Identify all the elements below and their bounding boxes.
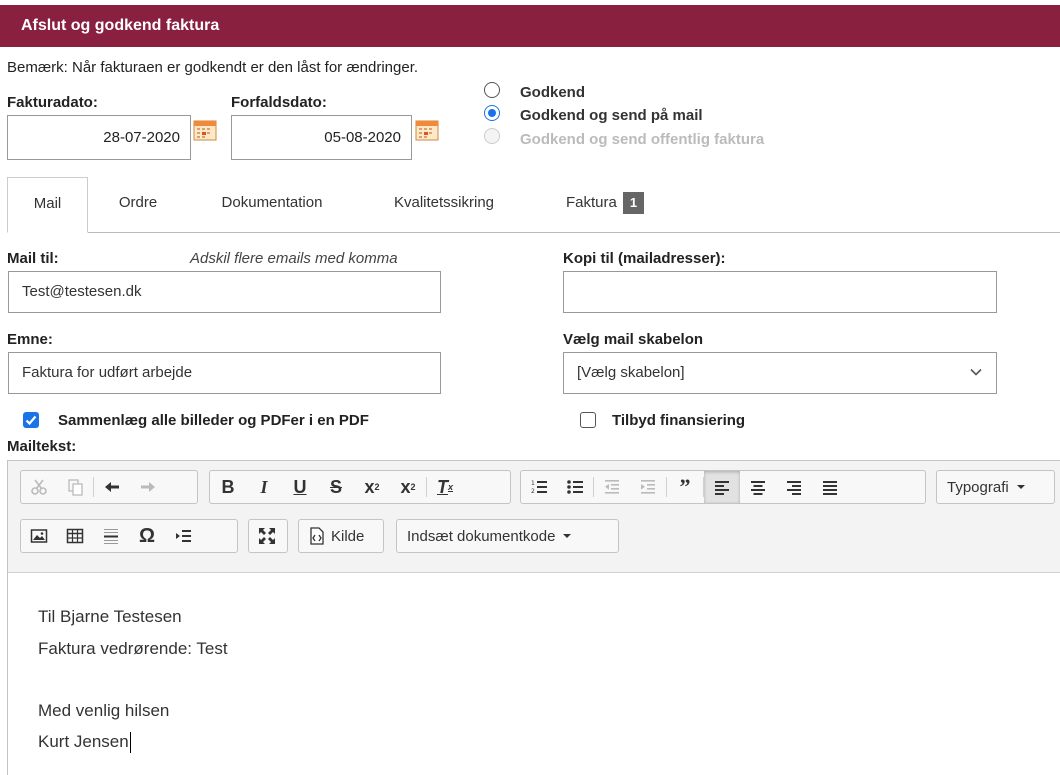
underline-icon[interactable]: U xyxy=(282,471,318,503)
radio-approve-send-public xyxy=(484,128,500,144)
align-right-icon[interactable] xyxy=(776,471,812,503)
calendar-icon[interactable] xyxy=(415,119,439,141)
maximize-group xyxy=(248,519,288,553)
insert-group: Ω xyxy=(20,519,238,553)
tab-mail[interactable]: Mail xyxy=(7,177,88,233)
source-button[interactable]: Kilde xyxy=(298,519,384,553)
radio-approve-send-public-label: Godkend og send offentlig faktura xyxy=(520,131,765,148)
caret-down-icon xyxy=(1016,485,1025,489)
body-line-subject: Faktura vedrørende: Test xyxy=(38,639,228,658)
bold-icon[interactable]: B xyxy=(210,471,246,503)
mailtext-label: Mailtekst: xyxy=(7,438,77,455)
tab-kvalitetssikring[interactable]: Kvalitetssikring xyxy=(368,177,520,233)
cut-icon[interactable] xyxy=(21,471,57,503)
clipboard-group xyxy=(20,470,198,504)
subject-input[interactable]: Faktura for udført arbejde xyxy=(8,352,441,394)
tab-dokumentation[interactable]: Dokumentation xyxy=(197,177,347,233)
insert-doc-code-content: Indsæt dokumentkode xyxy=(397,528,581,545)
radio-approve-send-mail-label: Godkend og send på mail xyxy=(520,107,703,124)
text-format-group: B I U S x2 x2 Tx xyxy=(209,470,511,504)
align-justify-icon[interactable] xyxy=(812,471,848,503)
tab-faktura-label: Faktura xyxy=(565,194,617,211)
source-button-content: Kilde xyxy=(299,527,374,545)
svg-text:1: 1 xyxy=(531,480,535,487)
lock-note: Bemærk: Når fakturaen er godkendt er den… xyxy=(7,59,419,76)
italic-icon[interactable]: I xyxy=(246,471,282,503)
mail-to-hint: Adskil flere emails med komma xyxy=(190,250,398,267)
text-cursor xyxy=(129,732,131,754)
typography-label: Typografi xyxy=(947,478,1009,496)
strikethrough-icon[interactable]: S xyxy=(318,471,354,503)
caret-down-icon xyxy=(563,534,572,538)
mail-to-label: Mail til: xyxy=(7,250,59,267)
invoice-date-field[interactable]: 28-07-2020 xyxy=(7,115,191,160)
redo-icon[interactable] xyxy=(130,471,166,503)
typography-dropdown-content: Typografi xyxy=(937,479,1035,496)
source-label: Kilde xyxy=(331,527,365,545)
horizontal-line-icon[interactable] xyxy=(93,520,129,552)
due-date-field[interactable]: 05-08-2020 xyxy=(231,115,412,160)
blockquote-icon[interactable]: ” xyxy=(667,471,703,503)
page-break-icon[interactable] xyxy=(165,520,201,552)
remove-format-icon[interactable]: Tx xyxy=(427,471,463,503)
special-character-icon[interactable]: Ω xyxy=(129,520,165,552)
offer-financing-checkbox[interactable] xyxy=(580,412,596,428)
calendar-icon[interactable] xyxy=(193,119,217,141)
svg-text:2: 2 xyxy=(531,488,535,495)
typography-dropdown[interactable]: Typografi xyxy=(936,470,1055,504)
body-line-closing: Med venlig hilsen xyxy=(38,701,170,720)
insert-doc-code-dropdown[interactable]: Indsæt dokumentkode xyxy=(396,519,619,553)
table-icon[interactable] xyxy=(57,520,93,552)
align-center-icon[interactable] xyxy=(740,471,776,503)
align-left-icon[interactable] xyxy=(704,471,740,503)
mail-to-input[interactable]: Test@testesen.dk xyxy=(8,271,441,313)
insert-doc-code-label: Indsæt dokumentkode xyxy=(407,527,556,545)
template-label: Vælg mail skabelon xyxy=(563,331,704,348)
check-icon xyxy=(25,415,37,426)
template-select-value: [Vælg skabelon] xyxy=(577,364,685,381)
bullet-list-icon[interactable] xyxy=(557,471,593,503)
numbered-list-icon[interactable]: 12 xyxy=(521,471,557,503)
tab-faktura[interactable]: Faktura 1 xyxy=(545,177,665,233)
outdent-icon[interactable] xyxy=(594,471,630,503)
chevron-down-icon xyxy=(970,368,982,376)
cc-input[interactable] xyxy=(563,271,997,313)
indent-icon[interactable] xyxy=(630,471,666,503)
faktura-count-badge: 1 xyxy=(622,192,645,214)
offer-financing-label: Tilbyd finansiering xyxy=(612,412,746,429)
tab-ordre[interactable]: Ordre xyxy=(100,177,176,233)
merge-pdf-label: Sammenlæg alle billeder og PDFer i en PD… xyxy=(58,412,369,429)
source-code-icon xyxy=(310,527,324,545)
subscript-icon[interactable]: x2 xyxy=(354,471,390,503)
merge-pdf-checkbox[interactable] xyxy=(23,412,39,428)
invoice-date-label: Fakturadato: xyxy=(7,94,98,111)
radio-approve-label: Godkend xyxy=(520,84,586,101)
subject-label: Emne: xyxy=(7,331,53,348)
dialog-title: Afslut og godkend faktura xyxy=(0,5,1060,47)
copy-icon[interactable] xyxy=(57,471,93,503)
signature-text: Kurt Jensen xyxy=(38,732,129,751)
cc-label: Kopi til (mailadresser): xyxy=(563,250,726,267)
maximize-icon[interactable] xyxy=(249,520,285,552)
body-line-greeting: Til Bjarne Testesen xyxy=(38,607,182,626)
due-date-label: Forfaldsdato: xyxy=(231,94,327,111)
paragraph-group: 12 ” xyxy=(520,470,926,504)
image-icon[interactable] xyxy=(21,520,57,552)
body-line-signature: Kurt Jensen xyxy=(38,732,131,754)
superscript-icon[interactable]: x2 xyxy=(390,471,426,503)
radio-approve-send-mail[interactable] xyxy=(484,105,500,121)
undo-icon[interactable] xyxy=(94,471,130,503)
radio-approve[interactable] xyxy=(484,82,500,98)
template-select[interactable]: [Vælg skabelon] xyxy=(563,352,997,394)
